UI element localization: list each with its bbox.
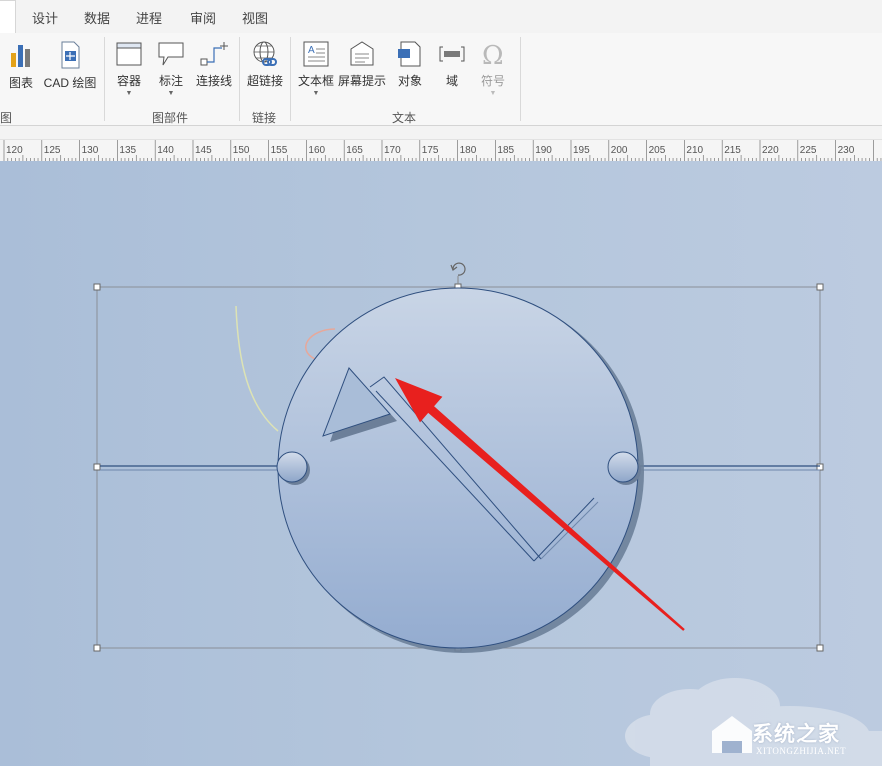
ruler-tick-label: 180	[460, 145, 477, 156]
ruler-scale: 120 125 130 135 140 145 150 155 160 165 170 175 180 1…	[3, 140, 882, 161]
ruler-tick-label: 225	[800, 145, 817, 156]
resize-handle[interactable]	[816, 463, 824, 471]
tab-insert[interactable]	[0, 0, 16, 34]
ruler-tick-label: 195	[573, 145, 590, 156]
ruler-tick-label: 175	[422, 145, 439, 156]
ruler-tick-label: 205	[649, 145, 666, 156]
group-divider	[520, 37, 521, 121]
group-text-label: 文本	[392, 111, 417, 125]
ribbon: 图表 CAD 绘图 图 容器 ▼ 标注 ▼ 连接线 图部件 超链接 链接 A 文…	[0, 33, 882, 126]
chevron-down-icon: ▼	[312, 90, 320, 97]
cad-drawing-label: CAD 绘图	[43, 76, 97, 90]
object-label: 对象	[397, 74, 422, 88]
field-label: 域	[445, 74, 458, 88]
drawing-surface	[93, 262, 882, 766]
connector-icon	[200, 42, 228, 66]
ruler-tick-label: 145	[195, 145, 212, 156]
drawing-canvas[interactable]: 系统之家 XITONGZHIJIA.NET	[0, 161, 882, 766]
hyperlink-globe-icon	[253, 41, 277, 66]
resize-handle[interactable]	[816, 283, 824, 291]
svg-text:A: A	[308, 45, 315, 56]
ruler-tick-label: 130	[82, 145, 99, 156]
ruler-tick-label: 150	[233, 145, 250, 156]
svg-text:Ω: Ω	[482, 41, 504, 69]
ruler-tick-label: 210	[686, 145, 703, 156]
field-icon	[439, 46, 465, 62]
chevron-down-icon: ▼	[125, 90, 133, 97]
callout-button[interactable]: 标注 ▼	[156, 39, 186, 98]
ruler-tick-label: 215	[724, 145, 741, 156]
hyperlink-label: 超链接	[246, 74, 283, 88]
watermark-text: 系统之家	[752, 723, 840, 746]
ruler-tick-label: 190	[535, 145, 552, 156]
yellow-stroke	[235, 305, 279, 432]
object-button[interactable]: 对象	[394, 39, 426, 89]
chevron-down-icon: ▼	[489, 90, 497, 97]
watermark-url: XITONGZHIJIA.NET	[756, 746, 847, 756]
group-divider	[104, 37, 105, 121]
resize-handle[interactable]	[93, 644, 101, 652]
cad-drawing-button[interactable]: CAD 绘图	[42, 39, 98, 91]
resize-handle[interactable]	[93, 463, 101, 471]
textbox-label: 文本框	[297, 74, 334, 88]
ruler-tick-label: 155	[271, 145, 288, 156]
callout-label: 标注	[158, 74, 183, 88]
container-icon	[116, 42, 142, 66]
group-links-label: 链接	[252, 111, 277, 125]
group-illustrations-label: 图	[0, 111, 13, 125]
ribbon-tab-bar: 设计 数据 进程 审阅 视图	[0, 0, 882, 34]
tab-review[interactable]: 审阅	[186, 8, 220, 30]
ruler-tick-label: 200	[611, 145, 628, 156]
chart-icon	[11, 45, 30, 67]
ruler-tick-label: 120	[6, 145, 23, 156]
tab-process[interactable]: 进程	[132, 8, 166, 30]
container-button[interactable]: 容器 ▼	[112, 39, 146, 98]
ruler-tick-label: 135	[119, 145, 136, 156]
chart-button[interactable]: 图表	[6, 39, 36, 91]
symbol-button[interactable]: Ω 符号 ▼	[476, 39, 510, 98]
ruler-tick-label: 230	[838, 145, 855, 156]
group-diagram-parts-label: 图部件	[152, 111, 189, 125]
screentip-icon	[350, 41, 374, 66]
ruler-tick-label: 185	[497, 145, 514, 156]
rotate-handle-icon[interactable]	[450, 262, 466, 284]
ruler-tick-label: 165	[346, 145, 363, 156]
chart-label: 图表	[8, 76, 33, 90]
omega-symbol-icon: Ω	[482, 41, 504, 69]
group-divider	[239, 37, 240, 121]
horizontal-ruler[interactable]: 120 125 130 135 140 145 150 155 160 165 170 175 180 1…	[0, 139, 882, 162]
container-label: 容器	[116, 74, 141, 88]
chevron-down-icon: ▼	[167, 90, 175, 97]
hyperlink-button[interactable]: 超链接	[245, 39, 285, 89]
screentip-button[interactable]: 屏幕提示	[337, 39, 387, 89]
ruler-tick-label: 170	[384, 145, 401, 156]
textbox-icon: A	[303, 41, 329, 67]
object-icon	[398, 41, 421, 67]
connector-label: 连接线	[195, 74, 232, 88]
ruler-tick-label: 140	[157, 145, 174, 156]
field-button[interactable]: 域	[436, 39, 468, 89]
group-divider	[290, 37, 291, 121]
ruler-tick-label: 220	[762, 145, 779, 156]
switch-symbol-shape[interactable]	[277, 287, 644, 653]
resize-handle[interactable]	[93, 283, 101, 291]
ruler-tick-label: 160	[308, 145, 325, 156]
tab-data[interactable]: 数据	[80, 8, 114, 30]
ruler-tick-label: 125	[44, 145, 61, 156]
connector-button[interactable]: 连接线	[194, 39, 234, 89]
symbol-label: 符号	[480, 74, 505, 88]
tab-design[interactable]: 设计	[28, 8, 62, 30]
textbox-button[interactable]: A 文本框 ▼	[296, 39, 336, 98]
cad-drawing-icon	[61, 41, 80, 69]
resize-handle[interactable]	[816, 644, 824, 652]
screentip-label: 屏幕提示	[337, 74, 386, 88]
callout-icon	[158, 42, 184, 66]
tab-view[interactable]: 视图	[238, 8, 272, 30]
